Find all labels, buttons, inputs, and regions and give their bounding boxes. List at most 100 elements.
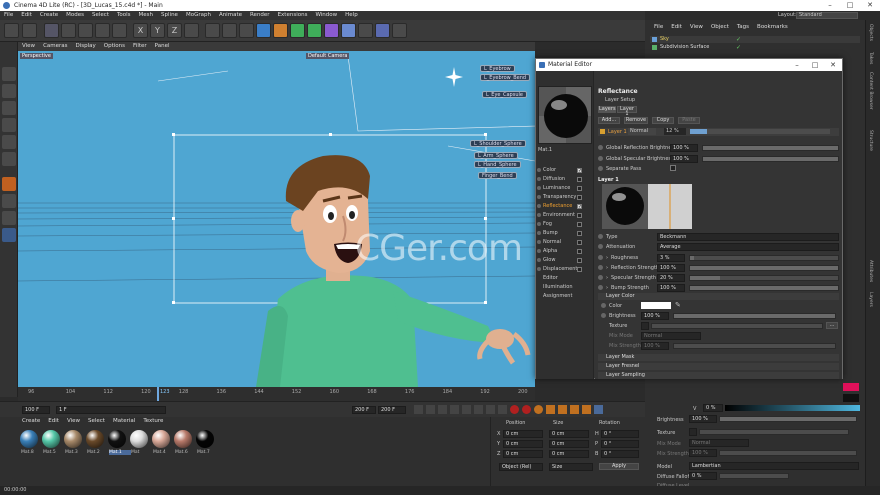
anim-dot-icon[interactable] — [601, 313, 606, 318]
channel-transparency[interactable]: Transparency — [543, 194, 576, 200]
prop-specular-strength-field[interactable]: 20 % — [657, 274, 685, 282]
layer-mix-strength-slider[interactable] — [673, 343, 836, 349]
menu-extensions[interactable]: Extensions — [274, 11, 312, 20]
current-frame-field[interactable]: 1 F — [56, 406, 166, 414]
cube-icon[interactable] — [256, 23, 271, 38]
edges-mode-icon[interactable] — [2, 135, 16, 149]
point-level-icon[interactable] — [594, 405, 603, 414]
attenuation-select[interactable]: Average — [657, 243, 839, 251]
layer-brightness-slider[interactable] — [673, 313, 836, 319]
rotation-key-icon[interactable] — [570, 405, 579, 414]
prev-frame-icon[interactable] — [438, 405, 447, 414]
go-end-icon[interactable] — [486, 405, 495, 414]
attr-v-field[interactable]: 0 % — [703, 404, 723, 412]
layer-brightness-field[interactable]: 100 % — [641, 312, 669, 320]
layer-texture-slot[interactable] — [651, 323, 823, 329]
3d-viewport[interactable]: Perspective Default Camera L_Eyebrow L_E… — [18, 51, 535, 387]
move-icon[interactable] — [61, 23, 76, 38]
layer-visible-icon[interactable] — [600, 129, 605, 134]
camera-icon[interactable] — [358, 23, 373, 38]
anim-dot-icon[interactable] — [598, 166, 603, 171]
camera-label[interactable]: Default Camera — [306, 53, 350, 59]
redo-icon[interactable] — [22, 23, 37, 38]
pen-icon[interactable] — [273, 23, 288, 38]
attr-mix-strength-slider[interactable] — [719, 450, 857, 456]
rotate-icon[interactable] — [95, 23, 110, 38]
anim-dot-icon[interactable] — [598, 156, 603, 161]
channel-displacement[interactable]: Displacement — [543, 266, 577, 272]
attr-brightness-field[interactable]: 100 % — [689, 415, 717, 423]
menu-render[interactable]: Render — [246, 11, 274, 20]
prop-roughness-slider[interactable] — [689, 255, 839, 261]
rig-tag-l-hand-sphere[interactable]: L_Hand_Sphere — [474, 161, 521, 168]
add-layer-button[interactable]: Add... — [598, 117, 620, 124]
floor-grid-icon[interactable] — [375, 23, 390, 38]
anim-dot-icon[interactable] — [598, 255, 603, 260]
menu-edit[interactable]: Edit — [17, 11, 36, 20]
editor-minimize-button[interactable]: – — [788, 59, 806, 71]
menu-mesh[interactable]: Mesh — [135, 11, 157, 20]
layer-mix-strength-field[interactable]: 100 % — [641, 342, 669, 350]
channel-displacement-checkbox[interactable] — [577, 267, 582, 272]
coord-size-field[interactable]: 0 cm — [549, 440, 589, 448]
x-axis-icon[interactable]: X — [133, 23, 148, 38]
object-menu-object[interactable]: Object — [707, 24, 733, 30]
anim-dot-icon[interactable] — [598, 265, 603, 270]
environment-icon[interactable] — [341, 23, 356, 38]
material-menu-create[interactable]: Create — [18, 417, 44, 426]
channel-editor[interactable]: Editor — [543, 275, 558, 281]
material-swatch[interactable] — [42, 430, 60, 448]
viewport-menu-view[interactable]: View — [18, 42, 39, 51]
tab-attributes[interactable]: Attributes — [868, 260, 873, 282]
channel-luminance-checkbox[interactable] — [577, 186, 582, 191]
channel-diffusion[interactable]: Diffusion — [543, 176, 565, 182]
material-menu-edit[interactable]: Edit — [44, 417, 63, 426]
attr-diffuse-falloff-field[interactable]: 0 % — [689, 472, 717, 480]
undo-icon[interactable] — [4, 23, 19, 38]
loop-icon[interactable] — [498, 405, 507, 414]
coord-position-field[interactable]: 0 cm — [503, 430, 543, 438]
channel-alpha-checkbox[interactable] — [577, 249, 582, 254]
editor-close-button[interactable]: ✕ — [824, 59, 842, 71]
prop-specular-strength-slider[interactable] — [689, 275, 839, 281]
remove-layer-button[interactable]: Remove — [624, 117, 648, 124]
next-key-icon[interactable] — [474, 405, 483, 414]
parameter-key-icon[interactable] — [582, 405, 591, 414]
tab-layers[interactable]: Layers — [598, 106, 616, 113]
material-menu-view[interactable]: View — [63, 417, 84, 426]
rig-tag-l-eye-capsule[interactable]: L_Eye_Capsule — [482, 91, 527, 98]
layer-mask-section[interactable]: Layer Mask — [598, 354, 839, 361]
close-button[interactable]: ✕ — [860, 0, 880, 11]
maximize-button[interactable]: □ — [840, 0, 860, 11]
menu-file[interactable]: File — [0, 11, 17, 20]
viewport-menu-options[interactable]: Options — [100, 42, 129, 51]
rig-tag-l-shoulder-sphere[interactable]: L_Shoulder_Sphere — [470, 140, 526, 147]
render-picture-viewer-icon[interactable] — [222, 23, 237, 38]
enabled-check-icon[interactable]: ✓ — [736, 44, 741, 51]
attr-diffuse-falloff-slider[interactable] — [719, 473, 789, 479]
channel-diffusion-checkbox[interactable] — [577, 177, 582, 182]
tweak-icon[interactable] — [2, 194, 16, 208]
scale-icon[interactable] — [78, 23, 93, 38]
attr-mix-mode-select[interactable]: Normal — [689, 439, 749, 447]
menu-help[interactable]: Help — [341, 11, 362, 20]
coords-size-mode-select[interactable]: Size — [549, 463, 593, 471]
attr-texture-slot[interactable] — [699, 429, 849, 435]
coord-position-field[interactable]: 0 cm — [503, 440, 543, 448]
global-reflection-field[interactable]: 100 % — [670, 144, 698, 152]
layer-texture-dropdown[interactable] — [641, 322, 649, 330]
rig-tag-l-eyebrow[interactable]: L_Eyebrow — [480, 65, 515, 72]
prop-roughness-field[interactable]: 3 % — [657, 254, 685, 262]
object-menu-file[interactable]: File — [650, 24, 667, 30]
material-menu-select[interactable]: Select — [84, 417, 109, 426]
object-menu-view[interactable]: View — [686, 24, 707, 30]
channel-glow-checkbox[interactable] — [577, 258, 582, 263]
layer-fresnel-section[interactable]: Layer Fresnel — [598, 363, 839, 370]
model-mode-icon[interactable] — [2, 67, 16, 81]
coord-size-field[interactable]: 0 cm — [549, 430, 589, 438]
menu-select[interactable]: Select — [88, 11, 113, 20]
channel-color-checkbox[interactable]: ✓ — [577, 168, 582, 174]
render-settings-icon[interactable] — [239, 23, 254, 38]
type-select[interactable]: Beckmann — [657, 233, 839, 241]
copy-layer-button[interactable]: Copy — [652, 117, 674, 124]
